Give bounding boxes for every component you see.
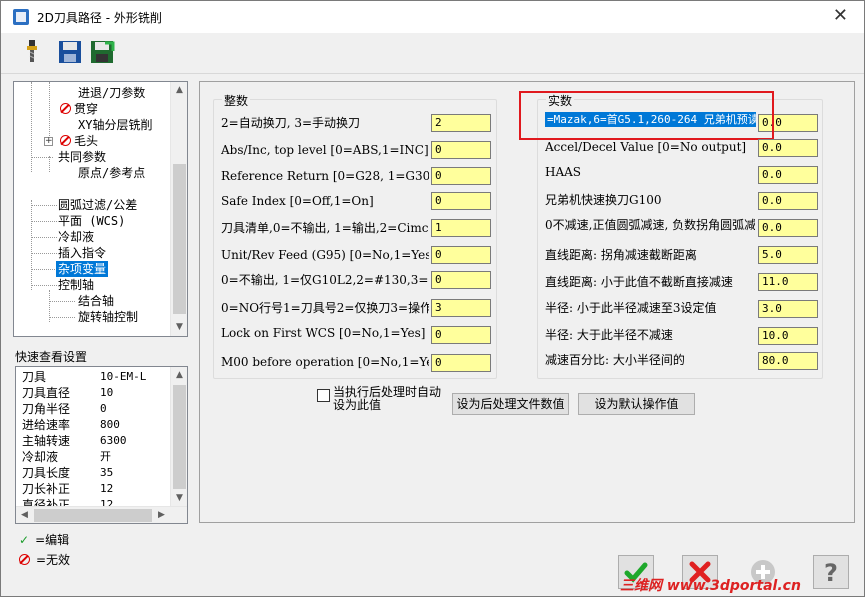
- int-field-2[interactable]: 0: [431, 141, 491, 159]
- real-label-3: HAAS: [545, 165, 582, 179]
- int-field-10[interactable]: 0: [431, 354, 491, 372]
- tool-icon[interactable]: [19, 39, 45, 65]
- tree-item-rotary-axis[interactable]: 旋转轴控制: [78, 309, 138, 325]
- tree-item-tabs[interactable]: 毛头: [60, 133, 98, 149]
- real-label-6: 直线距离: 拐角减速截断距离: [545, 248, 697, 262]
- window-title: 2D刀具路径 - 外形铣削: [37, 11, 162, 25]
- legend-invalid: =无效: [19, 551, 70, 568]
- int-field-4[interactable]: 0: [431, 192, 491, 210]
- quick-view-scrollbar[interactable]: ▲ ▼: [170, 367, 187, 507]
- real-field-10[interactable]: 80.0: [758, 352, 818, 370]
- int-label-7: 0=不输出, 1=仅G10L2,2=#130,3=#24: [221, 273, 429, 287]
- auto-set-checkbox[interactable]: [317, 389, 330, 402]
- int-field-6[interactable]: 0: [431, 246, 491, 264]
- int-label-3: Reference Return [0=G28, 1=G30]: [221, 169, 429, 183]
- real-field-4[interactable]: 0.0: [758, 192, 818, 210]
- real-label-4: 兄弟机快速换刀G100: [545, 193, 662, 207]
- real-label-7: 直线距离: 小于此值不截断直接减速: [545, 275, 733, 289]
- scroll-left-icon[interactable]: ◀: [16, 507, 33, 523]
- int-label-9: Lock on First WCS [0=No,1=Yes]: [221, 326, 426, 340]
- expand-toggle[interactable]: +: [44, 137, 53, 146]
- int-label-2: Abs/Inc, top level [0=ABS,1=INC]: [221, 143, 429, 157]
- scroll-thumb[interactable]: [173, 385, 186, 489]
- title-bar: 2D刀具路径 - 外形铣削 ✕: [1, 1, 864, 33]
- toolbar-divider: [1, 73, 864, 76]
- scroll-up-icon[interactable]: ▲: [171, 367, 187, 384]
- app-icon: [13, 9, 29, 25]
- tree-item-lead-in-out[interactable]: 进退/刀参数: [78, 85, 145, 101]
- int-field-1[interactable]: 2: [431, 114, 491, 132]
- real-field-7[interactable]: 11.0: [758, 273, 818, 291]
- dialog-window: 2D刀具路径 - 外形铣削 ✕ + 进退/刀参数 贯穿 XY轴分层铣削 毛头 共…: [0, 0, 865, 597]
- parameter-tree[interactable]: + 进退/刀参数 贯穿 XY轴分层铣削 毛头 共同参数 原点/参考点 圆弧过滤/…: [13, 81, 188, 337]
- legend-edit: ✓ =编辑: [19, 533, 70, 547]
- auto-set-label: 当执行后处理时自动设为此值: [333, 385, 442, 412]
- tree-item-linking-params[interactable]: 共同参数: [58, 149, 106, 165]
- real-field-3[interactable]: 0.0: [758, 166, 818, 184]
- toolbar: [1, 33, 864, 73]
- int-label-10: M00 before operation [0=No,1=Yes]: [221, 355, 429, 369]
- real-field-6[interactable]: 5.0: [758, 246, 818, 264]
- tree-item-axis-control[interactable]: 控制轴: [58, 277, 94, 293]
- tree-item-coolant[interactable]: 冷却液: [58, 229, 94, 245]
- hscroll-thumb[interactable]: [34, 509, 152, 522]
- int-label-1: 2=自动换刀, 3=手动换刀: [221, 116, 361, 130]
- scroll-thumb[interactable]: [173, 164, 186, 314]
- int-label-6: Unit/Rev Feed (G95) [0=No,1=Yes]: [221, 248, 429, 262]
- int-label-5: 刀具清单,0=不输出, 1=输出,2=CimcoV7: [221, 221, 429, 235]
- invalid-icon: [19, 554, 30, 565]
- tree-item-planes[interactable]: 平面 (WCS): [58, 213, 125, 229]
- real-label-10: 减速百分比: 大小半径间的: [545, 353, 685, 367]
- int-label-4: Safe Index [0=Off,1=On]: [221, 194, 374, 208]
- check-icon: ✓: [19, 533, 30, 547]
- set-post-value-button[interactable]: 设为后处理文件数值: [452, 393, 569, 415]
- tree-item-through[interactable]: 贯穿: [60, 101, 98, 117]
- real-field-8[interactable]: 3.0: [758, 300, 818, 318]
- save-icon[interactable]: [57, 39, 83, 65]
- highlight-annotation-box: [519, 91, 774, 140]
- tree-scrollbar[interactable]: ▲ ▼: [170, 82, 187, 336]
- int-field-5[interactable]: 1: [431, 219, 491, 237]
- invalid-icon: [60, 103, 71, 114]
- int-label-8: 0=NO行号1=刀具号2=仅换刀3=操作4=每也: [221, 301, 429, 315]
- watermark: 三维网 www.3dportal.cn: [620, 578, 801, 594]
- help-button[interactable]: ?: [813, 555, 849, 589]
- save-as-icon[interactable]: [89, 39, 115, 65]
- tree-item-canned-text[interactable]: 插入指令: [58, 245, 106, 261]
- int-field-3[interactable]: 0: [431, 167, 491, 185]
- tree-item-xy-stepover[interactable]: XY轴分层铣削: [78, 117, 152, 133]
- real-label-9: 半径: 大于此半径不减速: [545, 328, 673, 342]
- tree-item-arc-filter[interactable]: 圆弧过滤/公差: [58, 197, 137, 213]
- scroll-down-icon[interactable]: ▼: [171, 319, 187, 336]
- int-field-9[interactable]: 0: [431, 326, 491, 344]
- tree-item-home-ref[interactable]: 原点/参考点: [78, 165, 145, 181]
- real-label-2: Accel/Decel Value [0=No output]: [545, 140, 747, 154]
- tree-item-axis-combination[interactable]: 结合轴: [78, 293, 114, 309]
- int-field-7[interactable]: 0: [431, 271, 491, 289]
- svg-text:?: ?: [824, 559, 838, 587]
- invalid-icon: [60, 135, 71, 146]
- real-label-8: 半径: 小于此半径减速至3设定值: [545, 301, 717, 315]
- real-field-5[interactable]: 0.0: [758, 219, 818, 237]
- scroll-down-icon[interactable]: ▼: [171, 490, 187, 507]
- int-field-8[interactable]: 3: [431, 299, 491, 317]
- integers-title: 整数: [222, 92, 251, 109]
- real-label-5: 0不减速,正值圆弧减速, 负数拐角圆弧减: [545, 218, 755, 232]
- tree-item-misc-values[interactable]: 杂项变量: [56, 261, 109, 277]
- quick-view-title: 快速查看设置: [15, 350, 88, 364]
- help-question-icon: ?: [824, 559, 838, 587]
- real-field-9[interactable]: 10.0: [758, 327, 818, 345]
- scroll-right-icon[interactable]: ▶: [153, 507, 170, 523]
- quick-view-hscrollbar[interactable]: ◀ ▶: [16, 506, 187, 523]
- quick-view-list[interactable]: 刀具 10-EM-L 刀具直径 10 刀角半径 0 进给速率 800 主轴转速 6300 …: [15, 366, 188, 524]
- set-default-value-button[interactable]: 设为默认操作值: [578, 393, 695, 415]
- scroll-up-icon[interactable]: ▲: [171, 82, 187, 99]
- close-button[interactable]: ✕: [833, 5, 848, 26]
- real-field-2[interactable]: 0.0: [758, 139, 818, 157]
